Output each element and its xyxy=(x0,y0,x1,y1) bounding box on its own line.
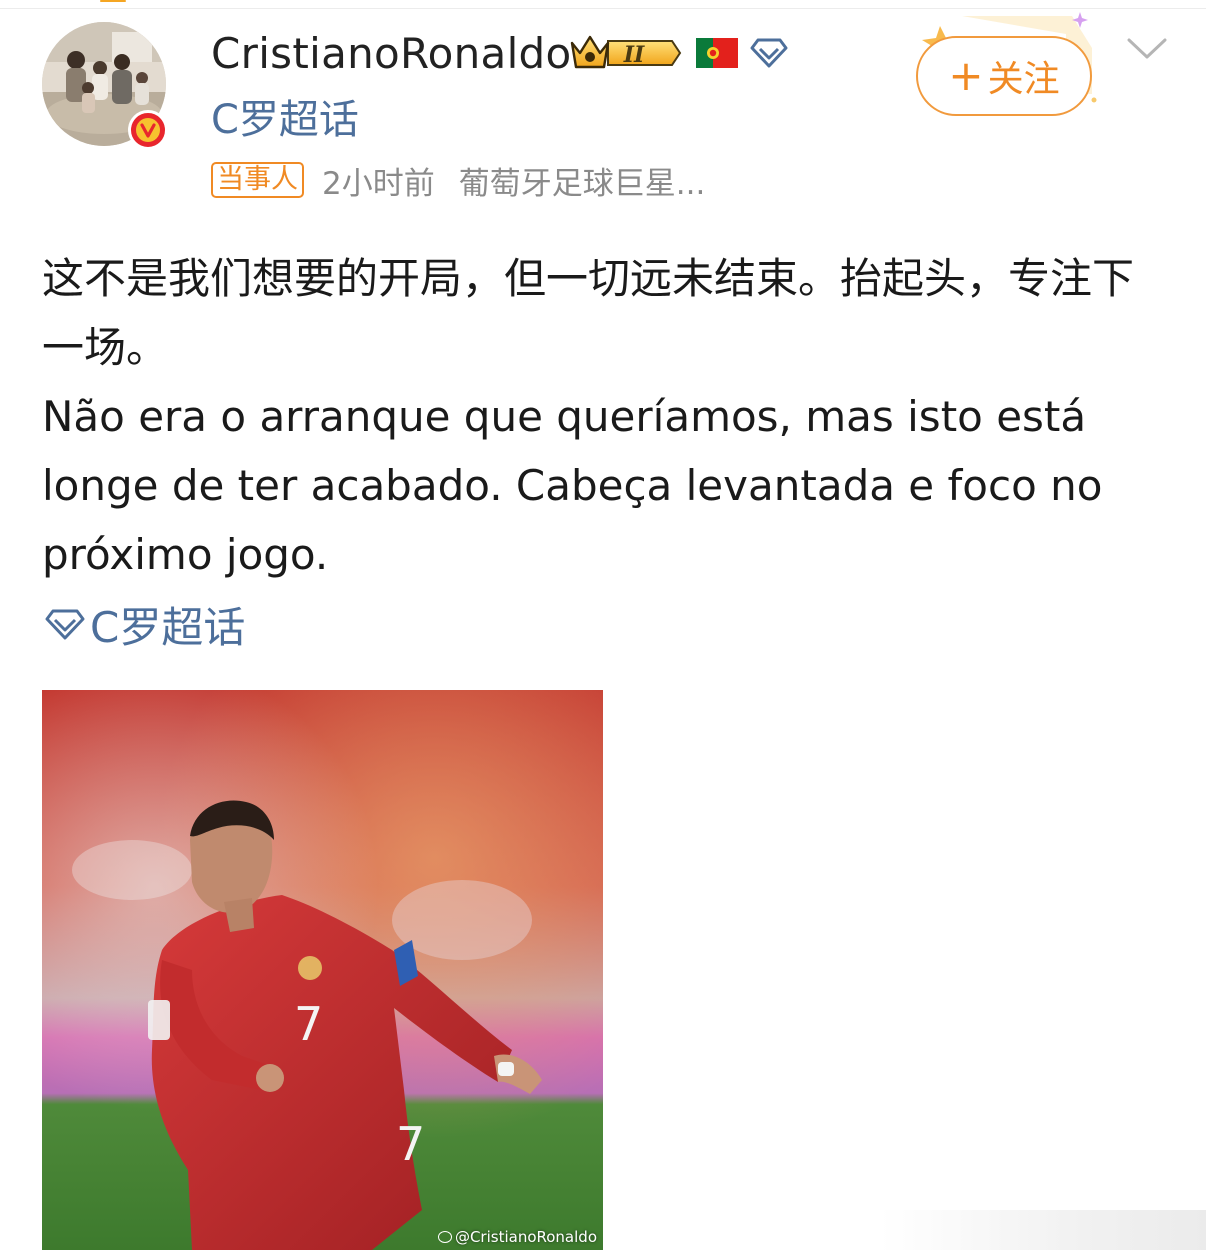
follow-label: 关注 xyxy=(987,59,1060,100)
post-text-chinese: 这不是我们想要的开局，但一切远未结束。抬起头，专注下一场。 xyxy=(42,254,1135,372)
chevron-down-icon[interactable] xyxy=(1126,36,1168,66)
weibo-logo-icon xyxy=(437,1231,452,1243)
post-text: 这不是我们想要的开局，但一切远未结束。抬起头，专注下一场。 Não era o … xyxy=(42,244,1172,589)
watermark-text: @CristianoRonaldo xyxy=(454,1228,597,1246)
post-meta: 当事人 2小时前 葡萄牙足球巨星... xyxy=(211,158,706,203)
crown-icon[interactable]: II xyxy=(568,31,684,75)
verified-v-icon xyxy=(128,110,168,150)
bottom-shadow xyxy=(880,1210,1206,1250)
author-badges: II xyxy=(568,30,800,76)
top-accent xyxy=(100,0,126,2)
supertopic-link[interactable]: C罗超话 xyxy=(211,95,359,145)
post-time: 2小时前 xyxy=(322,165,435,202)
follow-button[interactable]: + 关注 xyxy=(916,36,1092,116)
author-name[interactable]: CristianoRonaldo xyxy=(211,28,572,80)
hashtag-label: C罗超话 xyxy=(90,602,246,652)
portugal-flag-icon xyxy=(696,38,738,68)
jersey-number: 7 xyxy=(294,997,323,1051)
follow-plus: + xyxy=(948,51,984,100)
level-badge-text: II xyxy=(623,42,645,68)
hashtag-link[interactable]: C罗超话 xyxy=(44,596,245,652)
diamond-icon xyxy=(45,609,85,640)
status-badge: 当事人 xyxy=(211,162,304,198)
diamond-icon[interactable] xyxy=(750,37,788,69)
post-image[interactable]: 7 7 @CristianoRonaldo xyxy=(42,690,603,1250)
post-text-portuguese: Não era o arranque que queríamos, mas is… xyxy=(42,392,1103,579)
image-watermark: @CristianoRonaldo xyxy=(437,1228,597,1246)
post-source[interactable]: 葡萄牙足球巨星... xyxy=(459,158,706,203)
shorts-number: 7 xyxy=(396,1117,425,1171)
